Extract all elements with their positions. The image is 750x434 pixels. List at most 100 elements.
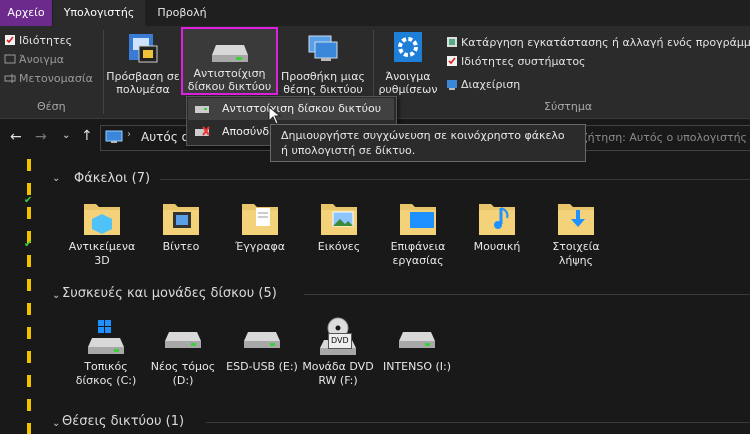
downloads-folder-icon	[554, 198, 598, 238]
mouse-cursor-icon	[268, 106, 282, 126]
check-icon: ✔	[24, 239, 33, 250]
manage-label: Διαχείριση	[461, 78, 521, 91]
desktop-folder-icon	[396, 198, 440, 238]
dropdown-item-label: Αντιστοίχιση δίσκου δικτύου	[222, 102, 382, 115]
uninstall-label: Κατάργηση εγκατάστασης ή αλλαγή ενός προ…	[461, 36, 750, 49]
map-network-drive-button[interactable]: Αντιστοίχιση δίσκου δικτύου	[181, 27, 278, 95]
drive-c[interactable]: Τοπικός δίσκος (C:)	[70, 318, 142, 388]
section-divider	[206, 422, 750, 423]
tab-file[interactable]: Αρχείο	[0, 0, 52, 26]
system-properties-icon	[446, 55, 458, 67]
folder-music[interactable]: Μουσική	[461, 198, 533, 254]
drive-label: ESD-USB (E:)	[226, 360, 298, 373]
drive-e[interactable]: ESD-USB (E:)	[226, 318, 298, 374]
3d-objects-folder-icon	[80, 198, 124, 238]
ribbon-separator	[103, 30, 104, 114]
drive-label: Τοπικός δίσκος (C:)	[75, 360, 137, 387]
tooltip: Δημιουργήστε συγχώνευση σε κοινόχρηστο φ…	[270, 124, 586, 162]
media-access-icon	[125, 30, 161, 66]
dvd-badge: DVD	[328, 333, 352, 349]
folder-label: Μουσική	[473, 240, 521, 253]
folder-label: Έγγραφα	[235, 240, 285, 253]
drive-i[interactable]: INTENSO (I:)	[381, 318, 453, 374]
system-properties-button[interactable]: Ιδιότητες συστήματος	[446, 53, 586, 71]
drive-f-dvd[interactable]: DVD Μονάδα DVD RW (F:)	[302, 316, 374, 388]
location-group-label: Θέση	[37, 100, 66, 113]
devices-section-title: Συσκευές και μονάδες δίσκου (5)	[62, 286, 277, 301]
section-divider	[160, 179, 750, 180]
up-arrow-icon[interactable]: ↑	[81, 128, 93, 144]
forward-arrow-icon[interactable]: →	[35, 129, 47, 145]
tab-computer[interactable]: Υπολογιστής	[53, 0, 145, 26]
gear-icon	[390, 30, 426, 66]
rename-icon	[4, 72, 16, 84]
drive-icon	[240, 318, 284, 358]
windows-drive-icon	[84, 318, 128, 358]
drive-label: Μονάδα DVD RW (F:)	[302, 360, 374, 387]
media-access-button[interactable]: Πρόσβαση σε πολυμέσα	[106, 30, 180, 96]
properties-label: Ιδιότητες	[19, 34, 73, 47]
folder-3d-objects[interactable]: Αντικείμενα 3D	[66, 198, 138, 268]
dropdown-item-map-drive[interactable]: Αντιστοίχιση δίσκου δικτύου	[188, 98, 394, 120]
this-pc-icon	[105, 130, 123, 144]
check-icon: ✔	[24, 195, 33, 206]
folder-label: Στοιχεία λήψης	[552, 240, 600, 267]
properties-button[interactable]: Ιδιότητες	[4, 32, 72, 50]
videos-folder-icon	[159, 198, 203, 238]
rename-label: Μετονομασία	[19, 72, 93, 85]
map-network-drive-label: Αντιστοίχιση δίσκου δικτύου	[187, 67, 272, 93]
section-collapse-chevron-icon[interactable]: ⌄	[52, 290, 60, 301]
navigation-pane: ✔ ✔	[0, 157, 48, 434]
uninstall-icon	[446, 36, 458, 48]
drive-icon	[395, 318, 439, 358]
disconnect-drive-icon	[194, 126, 210, 138]
folders-section-title: Φάκελοι (7)	[74, 171, 151, 186]
drive-label: INTENSO (I:)	[382, 360, 452, 373]
folder-label: Εικόνες	[317, 240, 361, 253]
folder-label: Αντικείμενα 3D	[68, 240, 136, 267]
back-arrow-icon[interactable]: ←	[10, 129, 22, 145]
pictures-folder-icon	[317, 198, 361, 238]
manage-icon	[446, 78, 458, 90]
tab-view[interactable]: Προβολή	[146, 0, 218, 26]
dvd-drive-icon: DVD	[316, 316, 360, 358]
open-icon	[4, 53, 16, 65]
open-settings-button[interactable]: Άνοιγμα ρυθμίσεων	[376, 30, 440, 96]
folder-documents[interactable]: Έγγραφα	[224, 198, 296, 254]
breadcrumb-chevron-icon: ›	[127, 129, 131, 140]
uninstall-program-button[interactable]: Κατάργηση εγκατάστασης ή αλλαγή ενός προ…	[446, 34, 750, 52]
folder-label: Επιφάνεια εργασίας	[390, 240, 446, 267]
properties-icon	[4, 34, 16, 46]
system-properties-label: Ιδιότητες συστήματος	[461, 55, 586, 68]
map-network-drive-icon	[210, 35, 250, 65]
open-label: Άνοιγμα	[19, 53, 64, 66]
folder-videos[interactable]: Βίντεο	[145, 198, 217, 254]
add-network-location-icon	[305, 30, 341, 66]
section-collapse-chevron-icon[interactable]: ⌄	[52, 173, 60, 184]
add-network-location-label: Προσθήκη μιας θέσης δικτύου	[280, 70, 366, 96]
documents-folder-icon	[238, 198, 282, 238]
system-group-label: Σύστημα	[544, 100, 593, 113]
folder-downloads[interactable]: Στοιχεία λήψης	[540, 198, 612, 268]
drive-d[interactable]: Νέος τόμος (D:)	[147, 318, 219, 388]
search-box[interactable]: Αναζήτηση: Αυτός ο υπολογιστής	[578, 125, 750, 151]
network-drive-icon	[194, 103, 210, 115]
open-settings-label: Άνοιγμα ρυθμίσεων	[378, 70, 438, 96]
search-placeholder: Αναζήτηση: Αυτός ο υπολογιστής	[585, 131, 747, 144]
ribbon-tab-bar: Αρχείο Υπολογιστής Προβολή	[0, 0, 750, 26]
section-collapse-chevron-icon[interactable]: ⌄	[52, 418, 60, 429]
rename-button[interactable]: Μετονομασία	[4, 70, 93, 88]
folder-pictures[interactable]: Εικόνες	[303, 198, 375, 254]
music-folder-icon	[475, 198, 519, 238]
recent-locations-chevron-icon[interactable]: ⌄	[62, 130, 70, 141]
open-button[interactable]: Άνοιγμα	[4, 51, 64, 69]
section-divider	[304, 294, 750, 295]
add-network-location-button[interactable]: Προσθήκη μιας θέσης δικτύου	[280, 30, 366, 96]
drive-icon	[161, 318, 205, 358]
network-section-title: Θέσεις δικτύου (1)	[62, 414, 185, 429]
folder-label: Βίντεο	[162, 240, 200, 253]
media-access-label: Πρόσβαση σε πολυμέσα	[106, 70, 180, 96]
drive-label: Νέος τόμος (D:)	[150, 360, 216, 387]
folder-desktop[interactable]: Επιφάνεια εργασίας	[382, 198, 454, 268]
manage-button[interactable]: Διαχείριση	[446, 76, 520, 94]
